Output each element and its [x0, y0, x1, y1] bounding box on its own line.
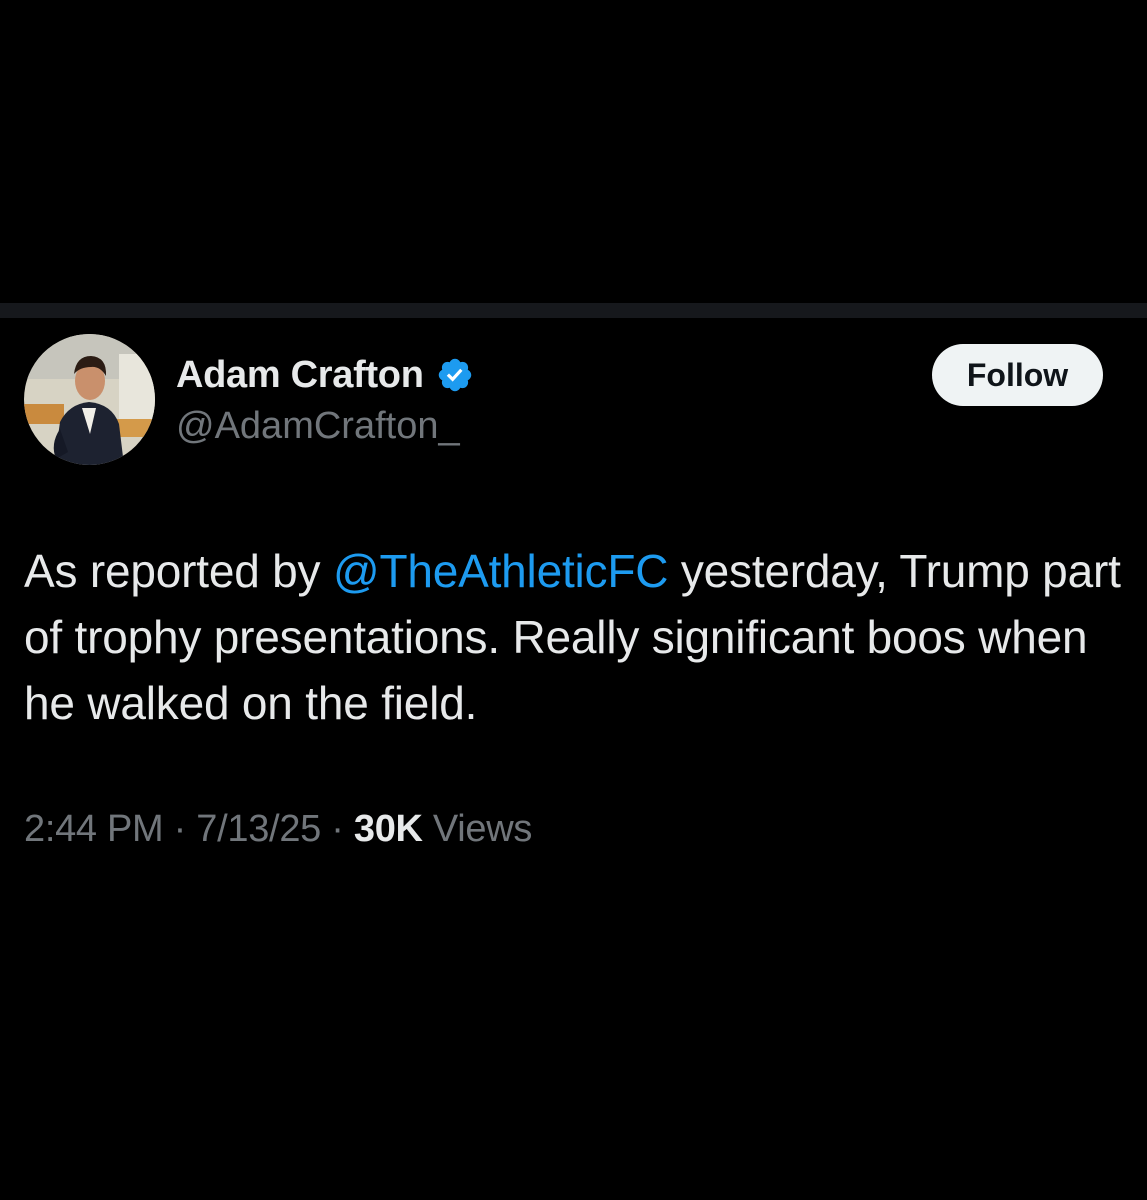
views-label: Views	[422, 808, 533, 850]
display-name[interactable]: Adam Crafton	[176, 354, 424, 397]
author-name-row[interactable]: Adam Crafton	[176, 350, 474, 400]
verified-badge-icon	[436, 356, 474, 394]
meta-separator: ·	[163, 808, 197, 850]
tweet-meta: 2:44 PM · 7/13/25 · 30K Views	[24, 808, 532, 851]
follow-button[interactable]: Follow	[932, 344, 1103, 406]
tweet-date[interactable]: 7/13/25	[196, 808, 321, 850]
mention-link[interactable]: @TheAthleticFC	[333, 545, 669, 597]
avatar[interactable]	[24, 334, 155, 465]
section-divider	[0, 303, 1147, 318]
tweet-text: As reported by @TheAthleticFC yesterday,…	[24, 538, 1134, 736]
meta-separator: ·	[320, 808, 354, 850]
author-handle[interactable]: @AdamCrafton_	[176, 405, 460, 448]
tweet-text-part: As reported by	[24, 545, 333, 597]
avatar-photo-icon	[24, 334, 155, 465]
tweet-time[interactable]: 2:44 PM	[24, 808, 164, 850]
views-count[interactable]: 30K	[354, 808, 423, 850]
